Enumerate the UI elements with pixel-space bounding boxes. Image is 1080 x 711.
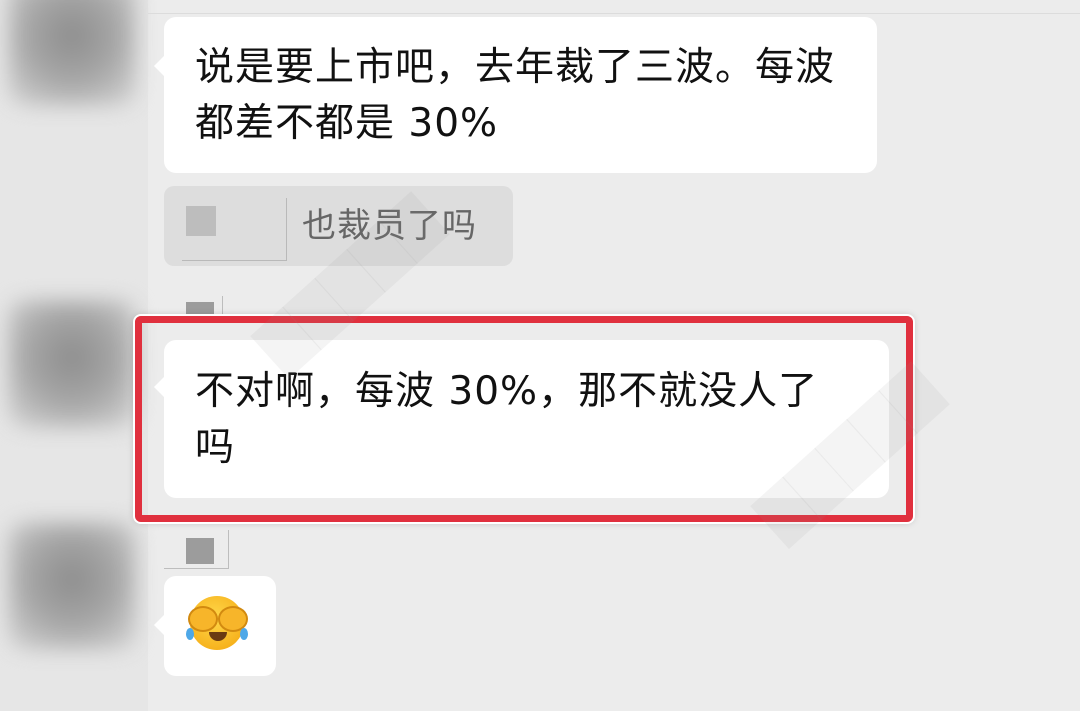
tear-icon [240,628,248,640]
image-placeholder-icon [186,538,214,564]
quoted-text: 也裁员了吗 [302,206,477,246]
hand-icon [188,606,218,632]
tear-icon [186,628,194,640]
highlight-box [135,316,913,522]
face-palm-laughing-emoji [186,596,248,650]
avatar[interactable] [8,300,136,428]
message-bubble[interactable]: 说是要上市吧，去年裁了三波。每波都差不都是 30% [154,17,877,173]
quote-thumbnail [182,198,287,261]
avatar[interactable] [8,522,136,650]
avatar[interactable] [8,0,136,106]
mouth-icon [209,632,227,641]
image-placeholder-icon [186,206,216,236]
divider [148,13,1080,14]
bubble-tail [154,55,165,77]
message-bubble[interactable] [154,576,276,676]
message-text: 说是要上市吧，去年裁了三波。每波都差不都是 30% [195,45,836,146]
quoted-message[interactable]: 也裁员了吗 [164,186,513,266]
bubble-tail [154,614,165,636]
avatar-column [0,0,148,711]
